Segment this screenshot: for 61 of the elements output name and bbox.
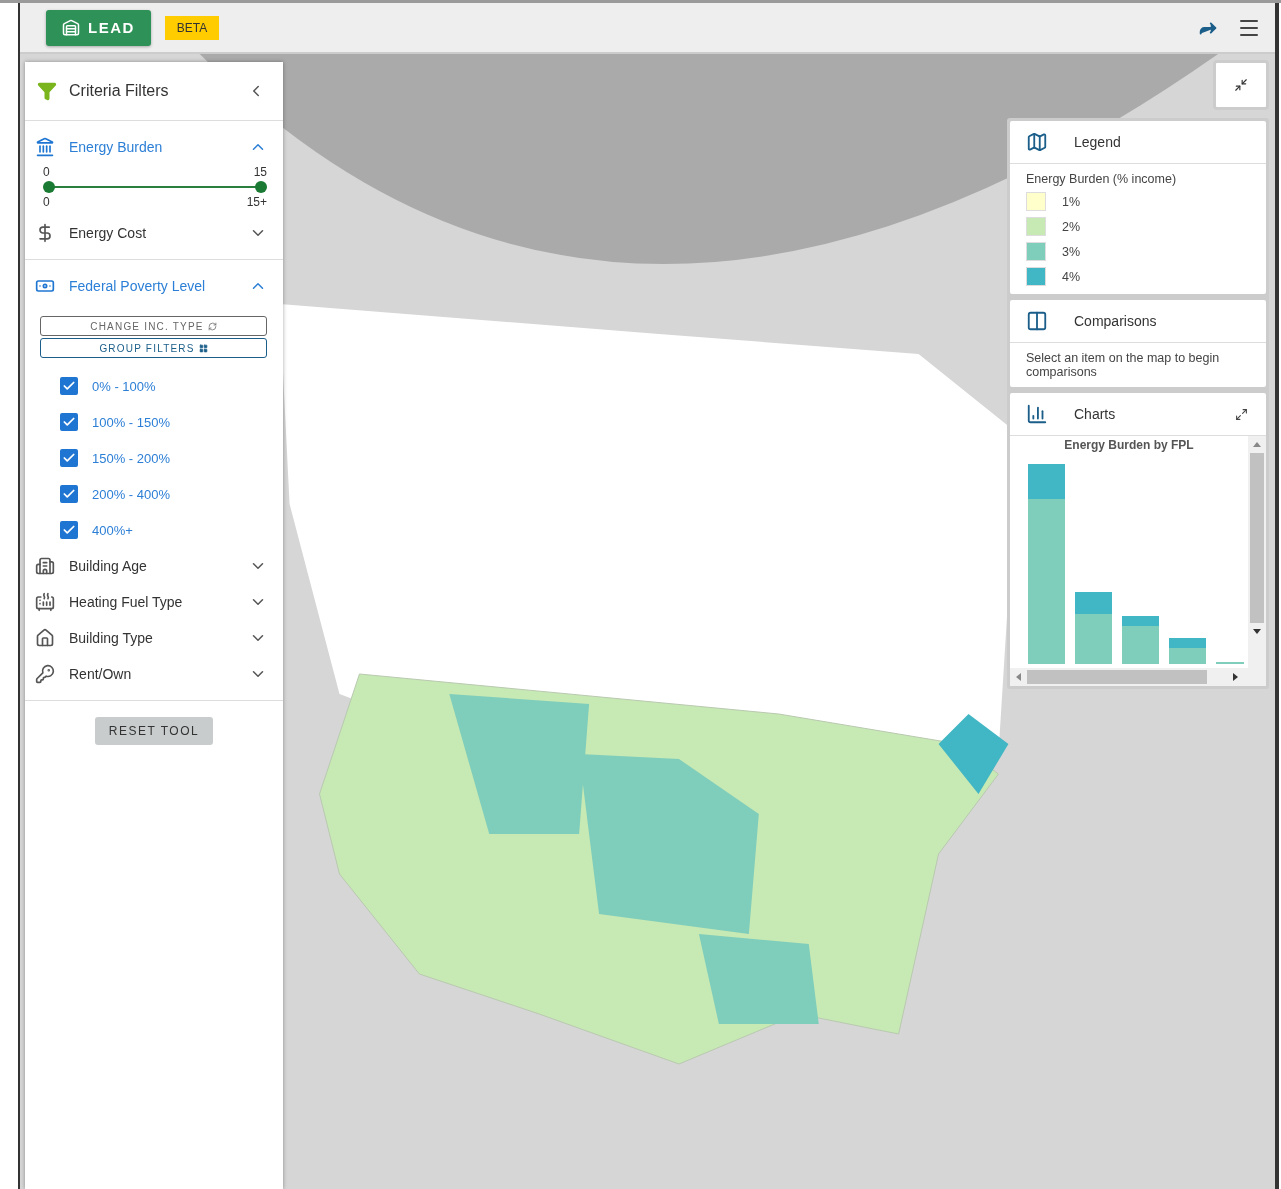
slider-scale-label: 0	[43, 195, 50, 209]
vertical-scrollbar[interactable]	[1248, 436, 1266, 668]
reset-tool-button[interactable]: RESET TOOL	[94, 717, 214, 745]
checkbox[interactable]	[60, 413, 78, 431]
slider-thumb[interactable]	[255, 181, 267, 193]
legend-label: 3%	[1062, 244, 1081, 259]
option-label[interactable]: 400%+	[92, 522, 133, 538]
option-label[interactable]: 150% - 200%	[92, 450, 171, 466]
chart-title: Energy Burden by FPL	[1064, 438, 1194, 452]
checkbox[interactable]	[60, 521, 78, 539]
filter-icon	[37, 81, 57, 101]
slider-value: 0	[43, 165, 50, 179]
section-icon	[35, 556, 55, 576]
filter-section-header[interactable]: Heating Fuel Type	[25, 584, 283, 620]
card-title: Legend	[1074, 134, 1122, 150]
horizontal-scrollbar[interactable]	[1010, 668, 1266, 686]
grid-icon	[198, 343, 208, 353]
filter-section-header[interactable]: Rent/Own	[25, 656, 283, 692]
filter-section-header[interactable]: Building Type	[25, 620, 283, 656]
check-icon	[62, 523, 76, 537]
check-icon	[62, 451, 76, 465]
section-icon	[35, 664, 55, 684]
legend-label: 2%	[1062, 219, 1081, 234]
minimize-icon	[1234, 78, 1248, 92]
checkbox[interactable]	[60, 449, 78, 467]
legend-label: 1%	[1062, 194, 1081, 209]
house-icon	[62, 18, 80, 37]
filter-section-header[interactable]: Building Age	[25, 548, 283, 584]
legend-label: 4%	[1062, 269, 1081, 284]
change-income-type-button[interactable]: CHANGE INC. TYPE	[40, 316, 267, 336]
section-icon	[35, 628, 55, 648]
option-label[interactable]: 200% - 400%	[92, 486, 171, 502]
card-title: Comparisons	[1074, 313, 1158, 329]
section-icon	[35, 592, 55, 612]
option-label[interactable]: 0% - 100%	[92, 378, 156, 394]
checkbox[interactable]	[60, 485, 78, 503]
filter-section-header[interactable]: Federal Poverty Level	[25, 268, 283, 304]
map-icon	[1026, 131, 1048, 153]
group-filters-button[interactable]: GROUP FILTERS	[40, 338, 267, 358]
check-icon	[62, 415, 76, 429]
panel-title: Criteria Filters	[69, 82, 170, 100]
app-logo[interactable]: LEAD	[46, 9, 151, 46]
legend-subtitle: Energy Burden (% income)	[1026, 172, 1177, 186]
expand-icon	[1235, 407, 1248, 421]
slider-thumb[interactable]	[43, 181, 55, 193]
filter-section-header[interactable]: Energy Burden	[25, 129, 283, 165]
check-icon	[62, 379, 76, 393]
range-slider[interactable]	[43, 181, 267, 193]
option-label[interactable]: 100% - 150%	[92, 414, 171, 430]
checkbox[interactable]	[60, 377, 78, 395]
compare-icon	[1026, 310, 1048, 332]
refresh-icon	[207, 321, 217, 331]
slider-value: 15	[253, 165, 267, 179]
card-title: Charts	[1074, 406, 1117, 422]
bar-chart-icon	[1026, 403, 1048, 425]
check-icon	[62, 487, 76, 501]
slider-scale-label: 15+	[246, 195, 267, 209]
comparisons-hint: Select an item on the map to begin comparisons	[1026, 351, 1220, 379]
filter-section-header[interactable]: Energy Cost	[25, 215, 283, 251]
beta-badge: BETA	[164, 15, 220, 40]
section-icon	[35, 137, 55, 157]
